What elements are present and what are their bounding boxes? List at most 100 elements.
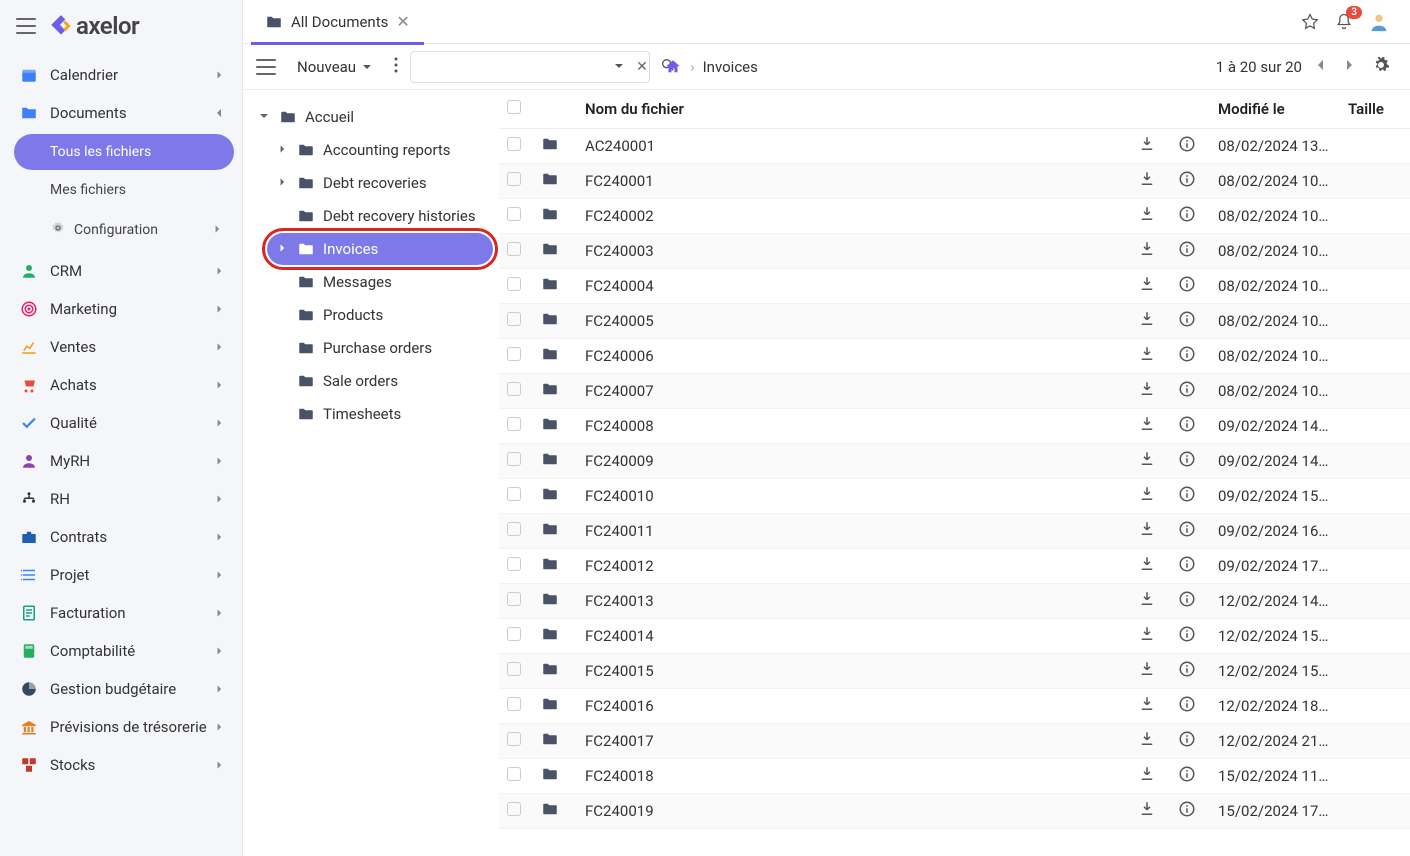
- sidebar-item-documents[interactable]: Documents: [8, 94, 234, 132]
- sidebar-item-facturation[interactable]: Facturation: [8, 594, 234, 632]
- row-checkbox[interactable]: [499, 304, 533, 339]
- row-filename[interactable]: FC240004: [577, 269, 1130, 304]
- sidebar-item-myrh[interactable]: MyRH: [8, 442, 234, 480]
- row-checkbox[interactable]: [499, 724, 533, 759]
- row-checkbox[interactable]: [499, 794, 533, 829]
- info-icon[interactable]: [1170, 444, 1210, 479]
- info-icon[interactable]: [1170, 269, 1210, 304]
- table-row[interactable]: FC24001512/02/2024 15:...: [499, 654, 1410, 689]
- download-icon[interactable]: [1130, 514, 1170, 549]
- row-checkbox[interactable]: [499, 234, 533, 269]
- sidebar-item-crm[interactable]: CRM: [8, 252, 234, 290]
- row-filename[interactable]: FC240006: [577, 339, 1130, 374]
- row-filename[interactable]: FC240003: [577, 234, 1130, 269]
- more-vert-icon[interactable]: [390, 53, 402, 81]
- table-row[interactable]: AC24000108/02/2024 13:...: [499, 129, 1410, 164]
- sidebar-item-contrats[interactable]: Contrats: [8, 518, 234, 556]
- table-row[interactable]: FC24000809/02/2024 14:...: [499, 409, 1410, 444]
- row-filename[interactable]: FC240017: [577, 724, 1130, 759]
- table-row[interactable]: FC24000708/02/2024 10:...: [499, 374, 1410, 409]
- row-filename[interactable]: FC240012: [577, 549, 1130, 584]
- info-icon[interactable]: [1170, 759, 1210, 794]
- info-icon[interactable]: [1170, 304, 1210, 339]
- info-icon[interactable]: [1170, 164, 1210, 199]
- download-icon[interactable]: [1130, 129, 1170, 164]
- info-icon[interactable]: [1170, 689, 1210, 724]
- row-checkbox[interactable]: [499, 339, 533, 374]
- tree-folder-debt-recoveries[interactable]: Debt recoveries: [267, 167, 493, 199]
- table-row[interactable]: FC24001712/02/2024 21:...: [499, 724, 1410, 759]
- table-row[interactable]: FC24000308/02/2024 10:...: [499, 234, 1410, 269]
- row-checkbox[interactable]: [499, 619, 533, 654]
- info-icon[interactable]: [1170, 514, 1210, 549]
- header-checkbox[interactable]: [499, 90, 533, 129]
- sidebar-item-rh[interactable]: RH: [8, 480, 234, 518]
- download-icon[interactable]: [1130, 794, 1170, 829]
- info-icon[interactable]: [1170, 794, 1210, 829]
- row-filename[interactable]: AC240001: [577, 129, 1130, 164]
- row-filename[interactable]: FC240018: [577, 759, 1130, 794]
- toolbar-menu-icon[interactable]: [253, 54, 279, 80]
- home-icon[interactable]: [664, 58, 682, 76]
- row-checkbox[interactable]: [499, 514, 533, 549]
- bell-icon[interactable]: 3: [1334, 12, 1354, 32]
- new-button[interactable]: Nouveau: [287, 52, 382, 82]
- table-row[interactable]: FC24001915/02/2024 17:...: [499, 794, 1410, 829]
- download-icon[interactable]: [1130, 409, 1170, 444]
- row-filename[interactable]: FC240015: [577, 654, 1130, 689]
- table-row[interactable]: FC24000108/02/2024 10:...: [499, 164, 1410, 199]
- row-filename[interactable]: FC240001: [577, 164, 1130, 199]
- download-icon[interactable]: [1130, 584, 1170, 619]
- sidebar-subitem-mes-fichiers[interactable]: Mes fichiers: [14, 172, 234, 208]
- info-icon[interactable]: [1170, 724, 1210, 759]
- row-checkbox[interactable]: [499, 654, 533, 689]
- row-filename[interactable]: FC240009: [577, 444, 1130, 479]
- info-icon[interactable]: [1170, 409, 1210, 444]
- download-icon[interactable]: [1130, 619, 1170, 654]
- header-modified[interactable]: Modifié le: [1210, 90, 1340, 129]
- tree-folder-sale-orders[interactable]: Sale orders: [267, 365, 493, 397]
- info-icon[interactable]: [1170, 129, 1210, 164]
- download-icon[interactable]: [1130, 724, 1170, 759]
- table-row[interactable]: FC24000508/02/2024 10:...: [499, 304, 1410, 339]
- info-icon[interactable]: [1170, 479, 1210, 514]
- tree-folder-accounting-reports[interactable]: Accounting reports: [267, 134, 493, 166]
- tree-folder-debt-recovery-histories[interactable]: Debt recovery histories: [267, 200, 493, 232]
- row-filename[interactable]: FC240014: [577, 619, 1130, 654]
- download-icon[interactable]: [1130, 689, 1170, 724]
- tree-root[interactable]: Accueil: [249, 101, 493, 133]
- sidebar-subitem-tous-les-fichiers[interactable]: Tous les fichiers: [14, 134, 234, 170]
- row-checkbox[interactable]: [499, 689, 533, 724]
- tree-folder-purchase-orders[interactable]: Purchase orders: [267, 332, 493, 364]
- sidebar-subitem-configuration[interactable]: Configuration: [14, 210, 234, 250]
- menu-toggle-icon[interactable]: [16, 18, 36, 34]
- sidebar-item-gestion-budgétaire[interactable]: Gestion budgétaire: [8, 670, 234, 708]
- header-name[interactable]: Nom du fichier: [577, 90, 1130, 129]
- info-icon[interactable]: [1170, 584, 1210, 619]
- row-filename[interactable]: FC240005: [577, 304, 1130, 339]
- sidebar-item-calendrier[interactable]: Calendrier: [8, 56, 234, 94]
- info-icon[interactable]: [1170, 234, 1210, 269]
- row-checkbox[interactable]: [499, 549, 533, 584]
- row-checkbox[interactable]: [499, 374, 533, 409]
- info-icon[interactable]: [1170, 339, 1210, 374]
- row-checkbox[interactable]: [499, 444, 533, 479]
- row-filename[interactable]: FC240019: [577, 794, 1130, 829]
- download-icon[interactable]: [1130, 759, 1170, 794]
- sidebar-item-qualité[interactable]: Qualité: [8, 404, 234, 442]
- download-icon[interactable]: [1130, 269, 1170, 304]
- star-icon[interactable]: [1300, 12, 1320, 32]
- row-filename[interactable]: FC240007: [577, 374, 1130, 409]
- download-icon[interactable]: [1130, 479, 1170, 514]
- header-size[interactable]: Taille: [1340, 90, 1410, 129]
- info-icon[interactable]: [1170, 619, 1210, 654]
- table-row[interactable]: FC24001412/02/2024 15:...: [499, 619, 1410, 654]
- row-filename[interactable]: FC240016: [577, 689, 1130, 724]
- table-row[interactable]: FC24000408/02/2024 10:...: [499, 269, 1410, 304]
- tab-all-documents[interactable]: All Documents ✕: [251, 0, 424, 44]
- table-row[interactable]: FC24001815/02/2024 11:...: [499, 759, 1410, 794]
- table-row[interactable]: FC24000208/02/2024 10:...: [499, 199, 1410, 234]
- row-filename[interactable]: FC240010: [577, 479, 1130, 514]
- sidebar-item-projet[interactable]: Projet: [8, 556, 234, 594]
- download-icon[interactable]: [1130, 654, 1170, 689]
